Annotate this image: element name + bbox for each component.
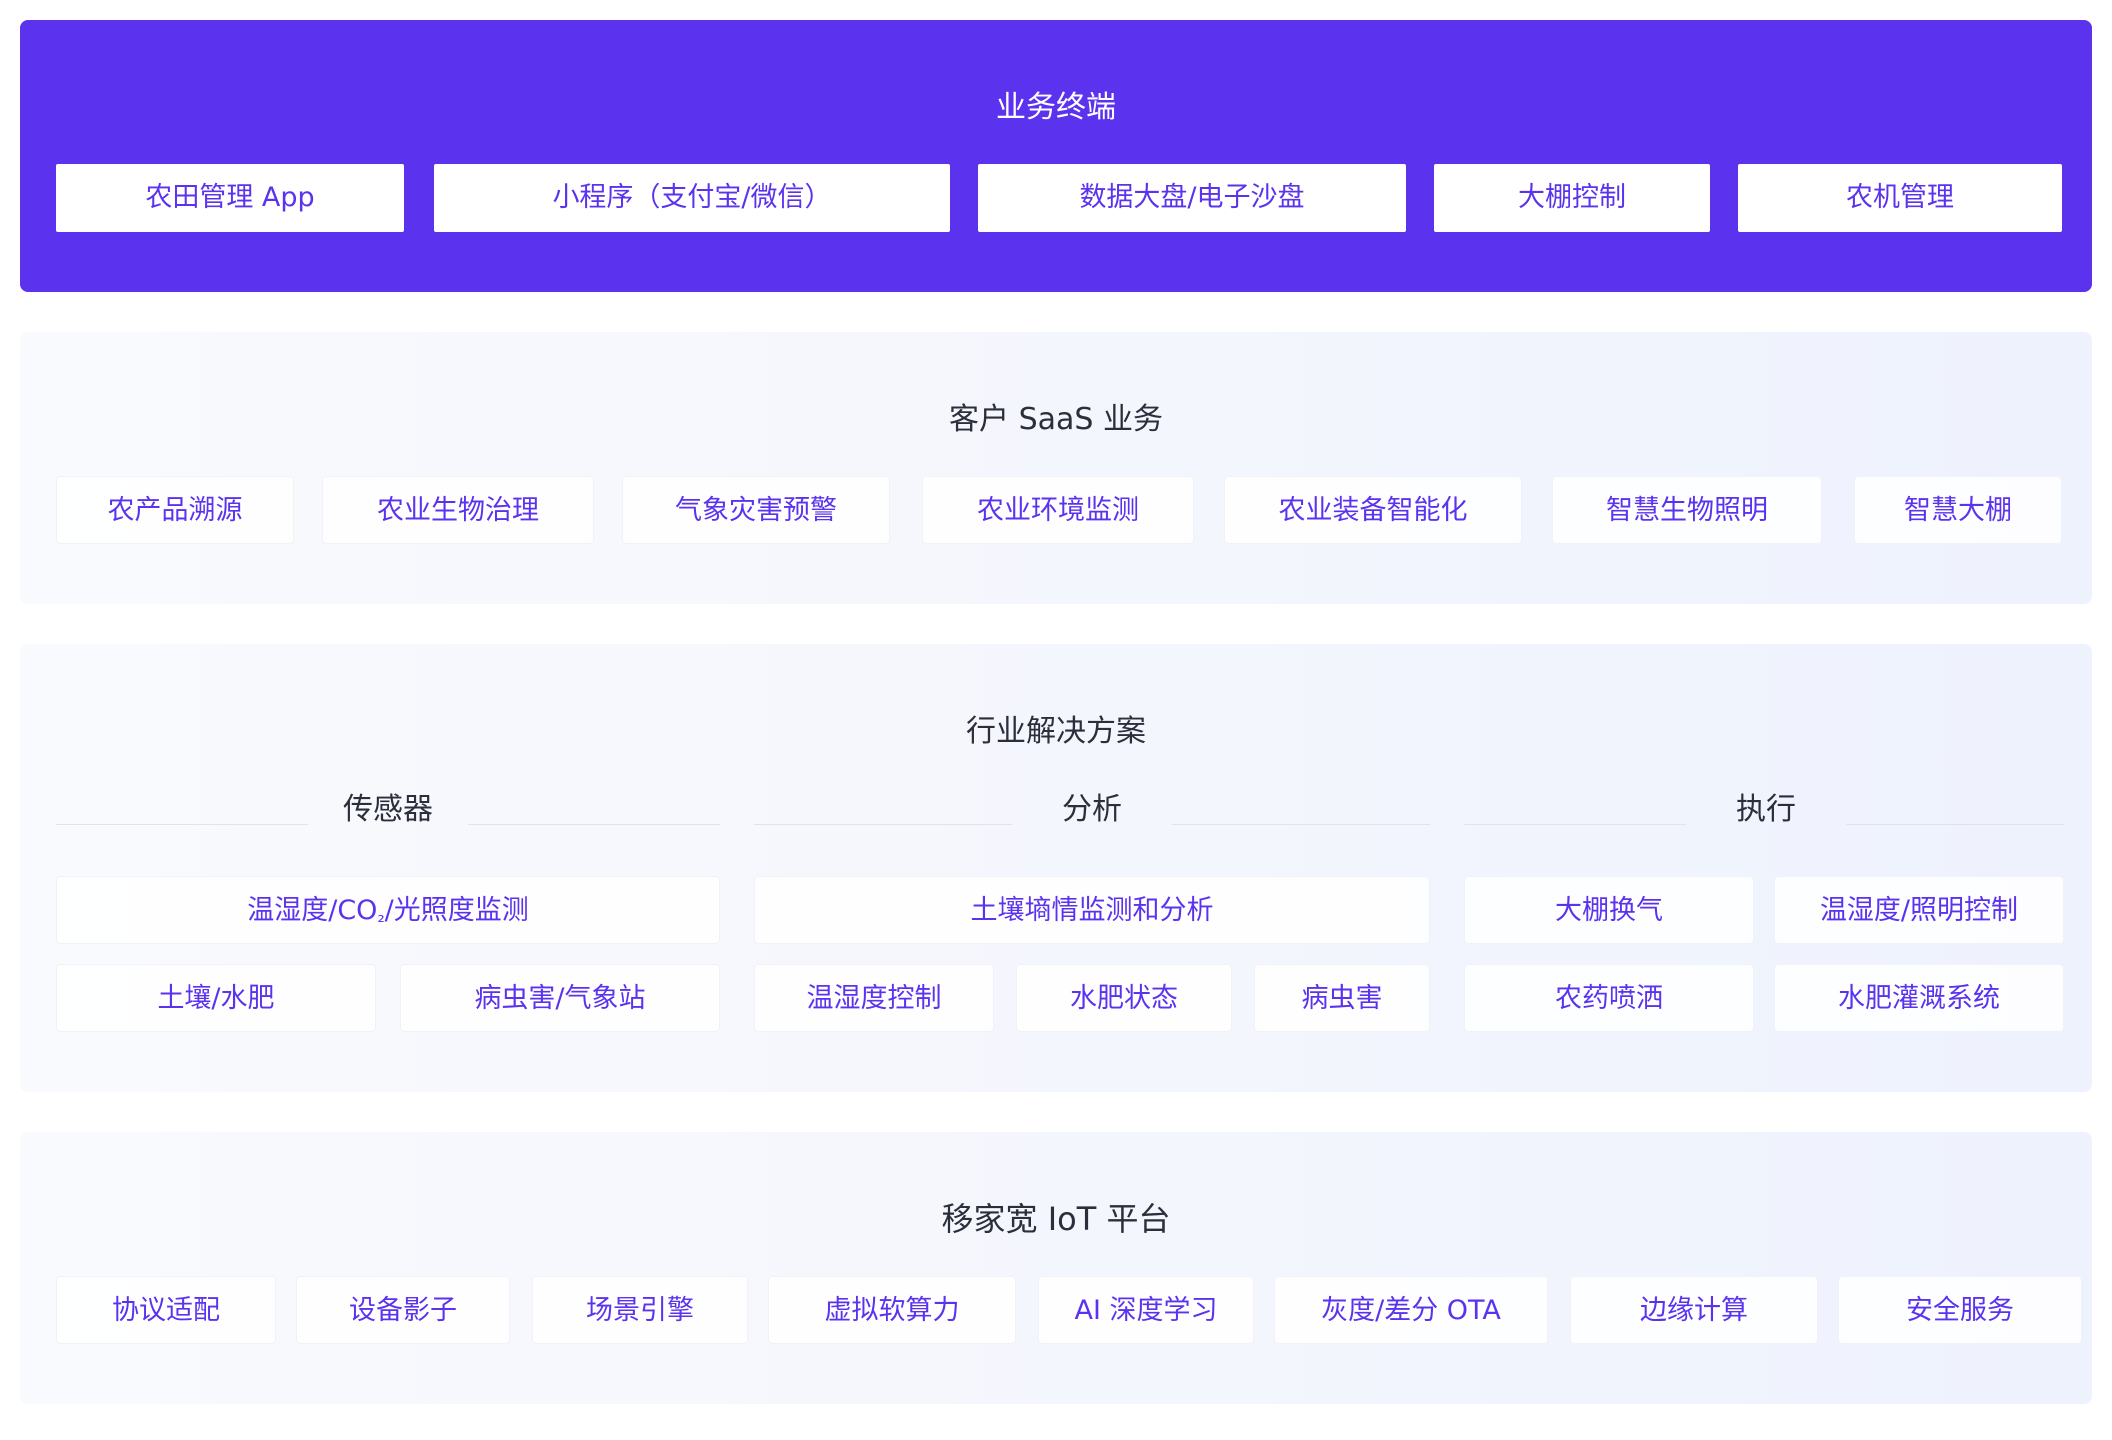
divider-line [468,824,720,825]
solution-item-pesticide-spraying[interactable]: 农药喷洒 [1464,964,1754,1032]
solution-item-fertilizer-status[interactable]: 水肥状态 [1016,964,1232,1032]
terminal-item-data-dashboard[interactable]: 数据大盘/电子沙盘 [978,164,1406,232]
terminal-item-machinery[interactable]: 农机管理 [1738,164,2062,232]
iot-item-device-shadow[interactable]: 设备影子 [296,1276,510,1344]
iot-item-security[interactable]: 安全服务 [1838,1276,2082,1344]
solution-item-pests[interactable]: 病虫害 [1254,964,1430,1032]
saas-item-smart-greenhouse[interactable]: 智慧大棚 [1854,476,2062,544]
group-title-execution: 执行 [1736,792,1796,827]
subscript-text: ₂ [377,906,385,927]
terminal-item-farm-app[interactable]: 农田管理 App [56,164,404,232]
solution-item-greenhouse-ventilation[interactable]: 大棚换气 [1464,876,1754,944]
solution-item-temp-light-control[interactable]: 温湿度/照明控制 [1774,876,2064,944]
item-text: /光照度监测 [384,895,529,926]
divider-line [754,824,1012,825]
iot-item-ai-learning[interactable]: AI 深度学习 [1038,1276,1254,1344]
solution-item-soil-fertilizer[interactable]: 土壤/水肥 [56,964,376,1032]
iot-panel: 移家宽 IoT 平台 协议适配 设备影子 场景引擎 虚拟软算力 AI 深度学习 … [20,1132,2092,1404]
solution-item-soil-moisture[interactable]: 土壤墒情监测和分析 [754,876,1430,944]
solution-item-temp-co2-light[interactable]: 温湿度/CO₂/光照度监测 [56,876,720,944]
terminal-panel: 业务终端 农田管理 App 小程序（支付宝/微信） 数据大盘/电子沙盘 大棚控制… [20,20,2092,292]
solution-item-temp-control[interactable]: 温湿度控制 [754,964,994,1032]
divider-line [56,824,308,825]
saas-item-traceability[interactable]: 农产品溯源 [56,476,294,544]
solution-item-irrigation[interactable]: 水肥灌溉系统 [1774,964,2064,1032]
item-text: 温湿度/CO [247,895,378,926]
iot-item-virtual-compute[interactable]: 虚拟软算力 [768,1276,1016,1344]
saas-item-bio-governance[interactable]: 农业生物治理 [322,476,594,544]
terminal-item-greenhouse-control[interactable]: 大棚控制 [1434,164,1710,232]
saas-item-equipment[interactable]: 农业装备智能化 [1224,476,1522,544]
terminal-item-mini-program[interactable]: 小程序（支付宝/微信） [434,164,950,232]
iot-title: 移家宽 IoT 平台 [941,1200,1171,1238]
saas-item-bio-lighting[interactable]: 智慧生物照明 [1552,476,1822,544]
terminal-title: 业务终端 [996,90,1116,125]
group-title-analysis: 分析 [1062,792,1122,827]
saas-item-env-monitoring[interactable]: 农业环境监测 [922,476,1194,544]
iot-item-protocol[interactable]: 协议适配 [56,1276,276,1344]
iot-item-ota[interactable]: 灰度/差分 OTA [1274,1276,1548,1344]
solution-item-pest-weather[interactable]: 病虫害/气象站 [400,964,720,1032]
divider-line [1464,824,1686,825]
saas-title: 客户 SaaS 业务 [949,402,1163,437]
solutions-panel: 行业解决方案 传感器 温湿度/CO₂/光照度监测 土壤/水肥 病虫害/气象站 分… [20,644,2092,1092]
saas-panel: 客户 SaaS 业务 农产品溯源 农业生物治理 气象灾害预警 农业环境监测 农业… [20,332,2092,604]
saas-item-weather-warning[interactable]: 气象灾害预警 [622,476,890,544]
divider-line [1172,824,1430,825]
divider-line [1846,824,2064,825]
iot-item-scene-engine[interactable]: 场景引擎 [532,1276,748,1344]
iot-item-edge-computing[interactable]: 边缘计算 [1570,1276,1818,1344]
group-title-sensor: 传感器 [343,792,433,827]
solutions-title: 行业解决方案 [966,714,1146,749]
